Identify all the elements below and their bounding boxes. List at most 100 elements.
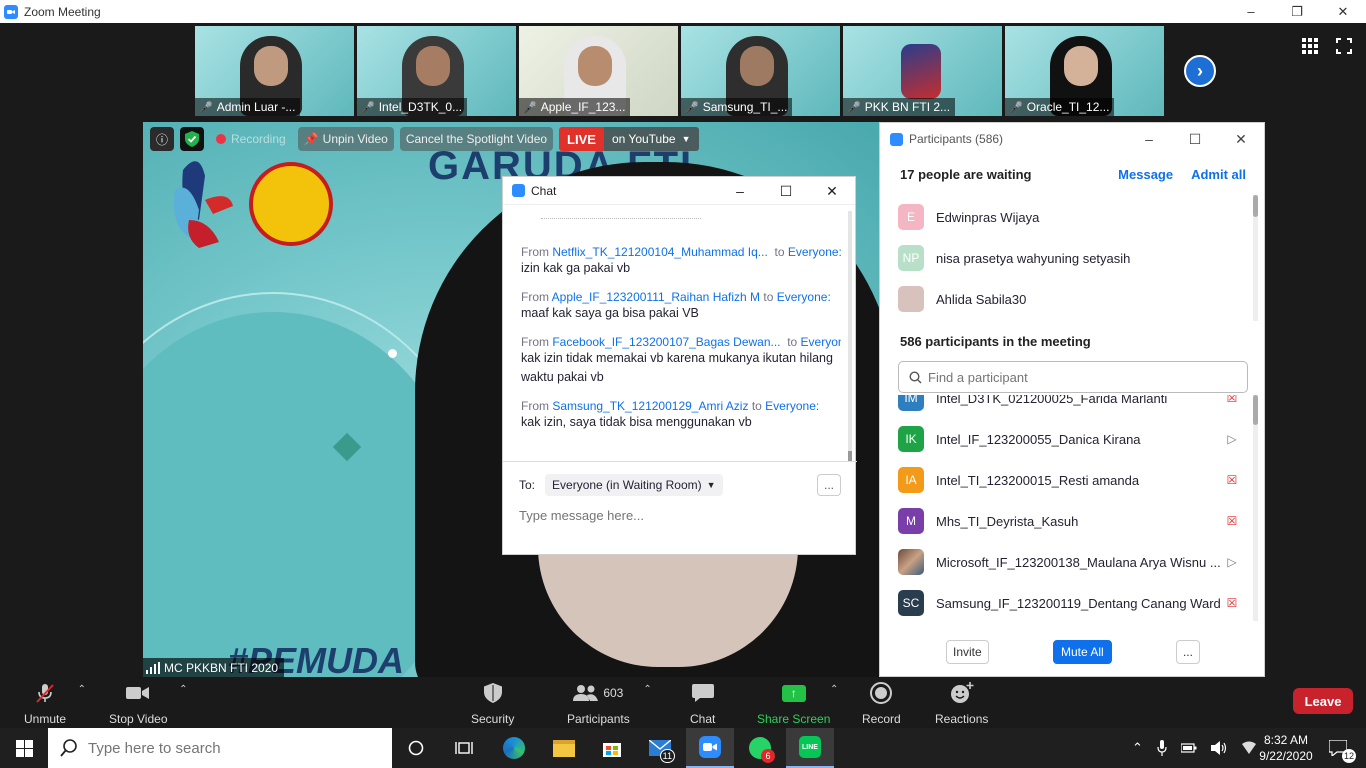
chat-message: From Facebook_IF_123200107_Bagas Dewan..…	[521, 335, 841, 384]
unmute-button[interactable]: Unmute ⌃	[24, 681, 86, 726]
chat-minimize-button[interactable]: –	[717, 177, 763, 205]
reaction-smiley-icon	[950, 682, 974, 703]
close-button[interactable]: ✕	[1320, 0, 1366, 23]
chat-close-button[interactable]: ✕	[809, 177, 855, 205]
recipient-select[interactable]: Everyone (in Waiting Room) ▼	[545, 474, 723, 496]
taskbar-search[interactable]	[48, 728, 392, 768]
waiting-participant[interactable]: NP nisa prasetya wahyuning setyasih	[898, 245, 1242, 271]
participants-button[interactable]: 603 Participants ⌃	[567, 681, 652, 726]
thumbnail-label: Intel_D3TK_0...	[378, 100, 463, 114]
zoom-taskbar-icon[interactable]	[686, 728, 734, 768]
thumbnail-video[interactable]: 🎤 PKK BN FTI 2...	[843, 26, 1002, 116]
mail-icon[interactable]: 11	[636, 728, 684, 768]
mic-muted-icon: 🎤	[847, 101, 861, 114]
unpin-video-button[interactable]: 📌 Unpin Video	[297, 127, 394, 151]
live-stream-indicator[interactable]: LIVE on YouTube ▼	[559, 127, 699, 151]
file-explorer-icon[interactable]	[540, 728, 588, 768]
taskbar-clock[interactable]: 8:32 AM 9/22/2020	[1250, 732, 1322, 764]
invite-button[interactable]: Invite	[946, 640, 989, 664]
notifications-button[interactable]: 12	[1316, 728, 1360, 768]
find-participant-input[interactable]	[928, 369, 1228, 385]
participant-scrollbar[interactable]	[1253, 395, 1258, 621]
waiting-participant[interactable]: E Edwinpras Wijaya	[898, 204, 1242, 230]
notification-badge: 12	[1341, 749, 1356, 763]
in-meeting-count: 586 participants in the meeting	[900, 334, 1091, 349]
share-screen-button[interactable]: ↑ Share Screen ⌃	[757, 681, 838, 726]
edge-browser-icon[interactable]	[490, 728, 538, 768]
participant-row[interactable]: Microsoft_IF_123200138_Maulana Arya Wisn…	[898, 549, 1242, 575]
thumbnail-video[interactable]: 🎤 Admin Luar -...	[195, 26, 354, 116]
stop-video-button[interactable]: Stop Video ⌃	[109, 681, 188, 726]
info-icon[interactable]: ⓘ	[150, 127, 174, 151]
participants-minimize-button[interactable]: –	[1126, 123, 1172, 155]
chevron-up-icon[interactable]: ⌃	[1132, 740, 1143, 756]
chat-more-button[interactable]: ...	[817, 474, 841, 496]
clock-date: 9/22/2020	[1259, 749, 1313, 763]
pin-icon: 📌	[303, 132, 319, 146]
mic-muted-icon	[36, 684, 54, 703]
gallery-view-icon[interactable]	[1302, 38, 1318, 54]
minimize-button[interactable]: –	[1228, 0, 1274, 23]
security-button[interactable]: Security	[471, 681, 514, 726]
maximize-button[interactable]: ❐	[1274, 0, 1320, 23]
record-button[interactable]: Record	[862, 681, 901, 726]
leave-button[interactable]: Leave	[1293, 688, 1353, 714]
thumbnail-label: Oracle_TI_12...	[1026, 100, 1110, 114]
participants-more-button[interactable]: ...	[1175, 640, 1200, 664]
admit-all-button[interactable]: Admit all	[1191, 167, 1246, 182]
thumbnail-video[interactable]: 🎤 Samsung_TI_...	[681, 26, 840, 116]
chat-message-input[interactable]	[519, 504, 829, 526]
task-view-icon[interactable]	[440, 728, 488, 768]
participant-row[interactable]: M Mhs_TI_Deyrista_Kasuh ☒	[898, 508, 1242, 534]
thumbnail-label: Samsung_TI_...	[702, 100, 788, 114]
avatar: NP	[898, 245, 924, 271]
avatar: IK	[898, 426, 924, 452]
participants-close-button[interactable]: ✕	[1218, 123, 1264, 155]
participant-row[interactable]: IM Intel_D3TK_021200025_Farida Marlanti …	[898, 395, 1242, 411]
message-waiting-button[interactable]: Message	[1118, 167, 1173, 182]
chevron-up-icon[interactable]: ⌃	[179, 684, 187, 695]
whatsapp-icon[interactable]: 6	[736, 728, 784, 768]
security-shield-icon[interactable]	[180, 127, 204, 151]
thumbnail-video[interactable]: 🎤 Intel_D3TK_0...	[357, 26, 516, 116]
reactions-button[interactable]: Reactions	[935, 681, 988, 726]
volume-icon[interactable]	[1210, 741, 1227, 755]
participants-maximize-button[interactable]: ☐	[1172, 123, 1218, 155]
waiting-scrollbar[interactable]	[1253, 195, 1258, 321]
thumbnail-video[interactable]: 🎤 Apple_IF_123...	[519, 26, 678, 116]
cancel-spotlight-button[interactable]: Cancel the Spotlight Video	[399, 127, 554, 151]
chevron-up-icon[interactable]: ⌃	[830, 684, 838, 695]
search-icon	[60, 739, 77, 757]
microphone-icon[interactable]	[1157, 740, 1167, 756]
windows-start-button[interactable]	[0, 728, 48, 768]
chat-button[interactable]: Chat	[690, 681, 715, 726]
battery-icon[interactable]	[1180, 742, 1197, 754]
line-messenger-icon[interactable]: LINE	[786, 728, 834, 768]
participant-row[interactable]: IA Intel_TI_123200015_Resti amanda ☒	[898, 467, 1242, 493]
chevron-up-icon[interactable]: ⌃	[78, 684, 86, 695]
meeting-controls: Unmute ⌃ Stop Video ⌃ Security 603 Parti…	[0, 677, 1366, 728]
shield-icon	[483, 683, 502, 703]
avatar: IA	[898, 467, 924, 493]
taskbar-search-input[interactable]	[88, 739, 378, 757]
thumbnail-video[interactable]: 🎤 Oracle_TI_12...	[1005, 26, 1164, 116]
mic-muted-icon: 🎤	[685, 101, 699, 114]
chat-message: From Samsung_TK_121200129_Amri Aziz to E…	[521, 399, 820, 429]
microsoft-store-icon[interactable]	[588, 728, 636, 768]
window-title: Zoom Meeting	[24, 4, 101, 19]
chat-maximize-button[interactable]: ☐	[763, 177, 809, 205]
mute-all-button[interactable]: Mute All	[1052, 640, 1112, 664]
find-participant-field[interactable]	[898, 361, 1248, 393]
waiting-participant[interactable]: Ahlida Sabila30	[898, 286, 1242, 312]
cortana-icon[interactable]	[392, 728, 440, 768]
participant-row[interactable]: IK Intel_IF_123200055_Danica Kirana ▷	[898, 426, 1242, 452]
next-page-button[interactable]: ›	[1184, 55, 1216, 87]
fullscreen-icon[interactable]	[1336, 38, 1352, 54]
chevron-up-icon[interactable]: ⌃	[643, 684, 651, 695]
mic-muted-icon: 🎤	[199, 101, 213, 114]
participants-icon	[573, 685, 599, 701]
participant-row[interactable]: SC Samsung_IF_123200119_Dentang Canang W…	[898, 590, 1242, 616]
mic-muted-icon: 🎤	[361, 101, 375, 114]
chat-scrollbar[interactable]	[848, 211, 852, 461]
chat-bubble-icon	[691, 684, 714, 702]
